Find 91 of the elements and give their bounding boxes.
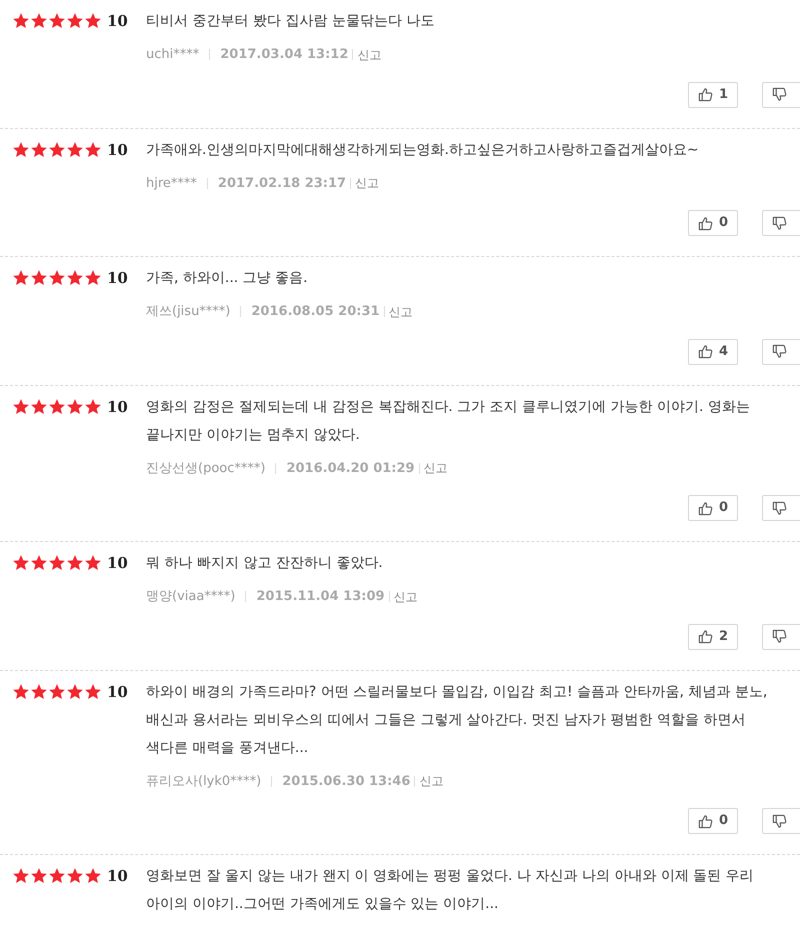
star-icon [66,140,84,158]
star-icon [30,398,48,416]
dislike-button[interactable] [762,82,800,108]
star-icon [48,269,66,287]
review-text: 하와이 배경의 가족드라마? 어떤 스릴러물보다 몰입감, 이입감 최고! 슬픔과 안타까움, 체념과 분노, 배신과 용서라는 뫼비우스의 띠에서 그들은 그렇게 살아간다. 멋진 남자가 평범한 역할을 하면서 색다른 매력을 풍겨낸다... [146,682,768,758]
review-date: 2015.11.04 13:09 [256,588,385,606]
review-text: 티비서 중간부터 봤다 집사람 눈물닦는다 나도 [146,12,436,31]
user-name: hjre**** [146,174,197,192]
like-button[interactable]: 2 [688,624,738,650]
thumbs-down-icon [772,629,787,644]
star-icon [84,398,102,416]
report-link[interactable]: 신고 [357,46,382,64]
report-link[interactable]: 신고 [388,302,413,321]
review-date: 2017.03.04 13:12 [220,46,348,64]
score: 10 [107,140,128,158]
like-button[interactable]: 0 [688,495,738,521]
star-icon [12,554,30,572]
dislike-button[interactable] [762,495,800,521]
star-icon [12,140,30,158]
thumbs-down-icon [772,216,787,230]
thumbs-up-icon [698,344,713,359]
star-icon [12,269,30,287]
score: 10 [107,867,128,885]
thumbs-down-icon [772,87,787,102]
review-date: 2016.04.20 01:29 [286,460,415,478]
star-icon [66,554,84,572]
report-link[interactable]: 신고 [424,459,448,478]
star-icon [66,682,84,700]
dislike-button[interactable] [762,808,800,834]
thumbs-up-icon [698,814,713,828]
thumbs-down-icon [772,344,787,359]
user-name: 맹양(viaa****) [146,588,236,606]
dislike-button[interactable] [762,624,800,650]
score: 10 [107,682,128,700]
score: 10 [107,269,128,287]
star-icon [48,867,66,885]
star-icon [30,269,48,287]
score: 10 [107,398,128,416]
star-icon [30,12,48,30]
star-icon [12,398,30,416]
star-icon [84,682,102,700]
user-name: 제쓰(jisu****) [146,303,230,321]
star-icon [30,867,48,885]
thumbs-down-icon [772,500,787,516]
star-icon [48,554,66,572]
star-icon [12,867,30,885]
star-icon [12,12,30,30]
star-icon [30,140,48,158]
review-text: 영화의 감정은 절제되는데 내 감정은 복잡해진다. 그가 조지 클루니였기에 가능한 이야기. 영화는 끝나지만 이야기는 멈추지 않았다. [146,398,751,444]
thumbs-up-icon [698,629,713,644]
report-link[interactable]: 신고 [394,588,418,606]
star-icon [30,554,48,572]
star-icon [84,269,102,287]
star-icon [84,140,102,158]
like-button[interactable]: 0 [688,808,738,834]
report-link[interactable]: 신고 [355,174,380,192]
star-icon [66,867,84,885]
star-icon [30,682,48,700]
star-icon [84,554,102,572]
user-name: 퓨리오사(lyk0****) [146,772,262,790]
star-icon [48,12,66,30]
review-text: 영화보면 잘 울지 않는 내가 왠지 이 영화에는 펑펑 울었다. 나 자신과 나의 아내와 이제 돌된 우리 아이의 이야기..그어떤 가족에게도 있을수 있는 이야기... [146,867,755,914]
dislike-button[interactable] [762,210,800,236]
dislike-button[interactable] [762,338,800,364]
score: 10 [107,554,128,572]
user-name: 진상선생(pooc****) [146,460,266,478]
star-icon [66,398,84,416]
thumbs-up-icon [698,87,713,102]
star-icon [84,867,102,885]
review-text: 가족애와.인생의마지막에대해생각하게되는영화.하고싶은거하고사랑하고즐겁게살아요~ [146,140,700,160]
report-link[interactable]: 신고 [419,772,444,790]
star-icon [48,682,66,700]
star-icon [66,12,84,30]
star-icon [48,140,66,158]
review-text: 가족, 하와이... 그냥 좋음. [146,269,309,288]
thumbs-up-icon [698,216,713,230]
thumbs-up-icon [698,500,713,516]
review-date: 2016.08.05 20:31 [251,303,380,321]
star-icon [48,398,66,416]
star-icon [84,12,102,30]
like-button[interactable]: 0 [688,210,738,236]
user-name: uchi**** [146,46,200,64]
score: 10 [107,12,128,30]
like-button[interactable]: 1 [688,82,738,108]
like-button[interactable]: 4 [688,338,738,364]
star-icon [12,682,30,700]
review-text: 뭐 하나 빠지지 않고 잔잔하니 좋았다. [146,554,384,573]
review-date: 2017.02.18 23:17 [218,174,346,192]
star-icon [66,269,84,287]
thumbs-down-icon [772,814,787,828]
review-date: 2015.06.30 13:46 [282,772,410,790]
